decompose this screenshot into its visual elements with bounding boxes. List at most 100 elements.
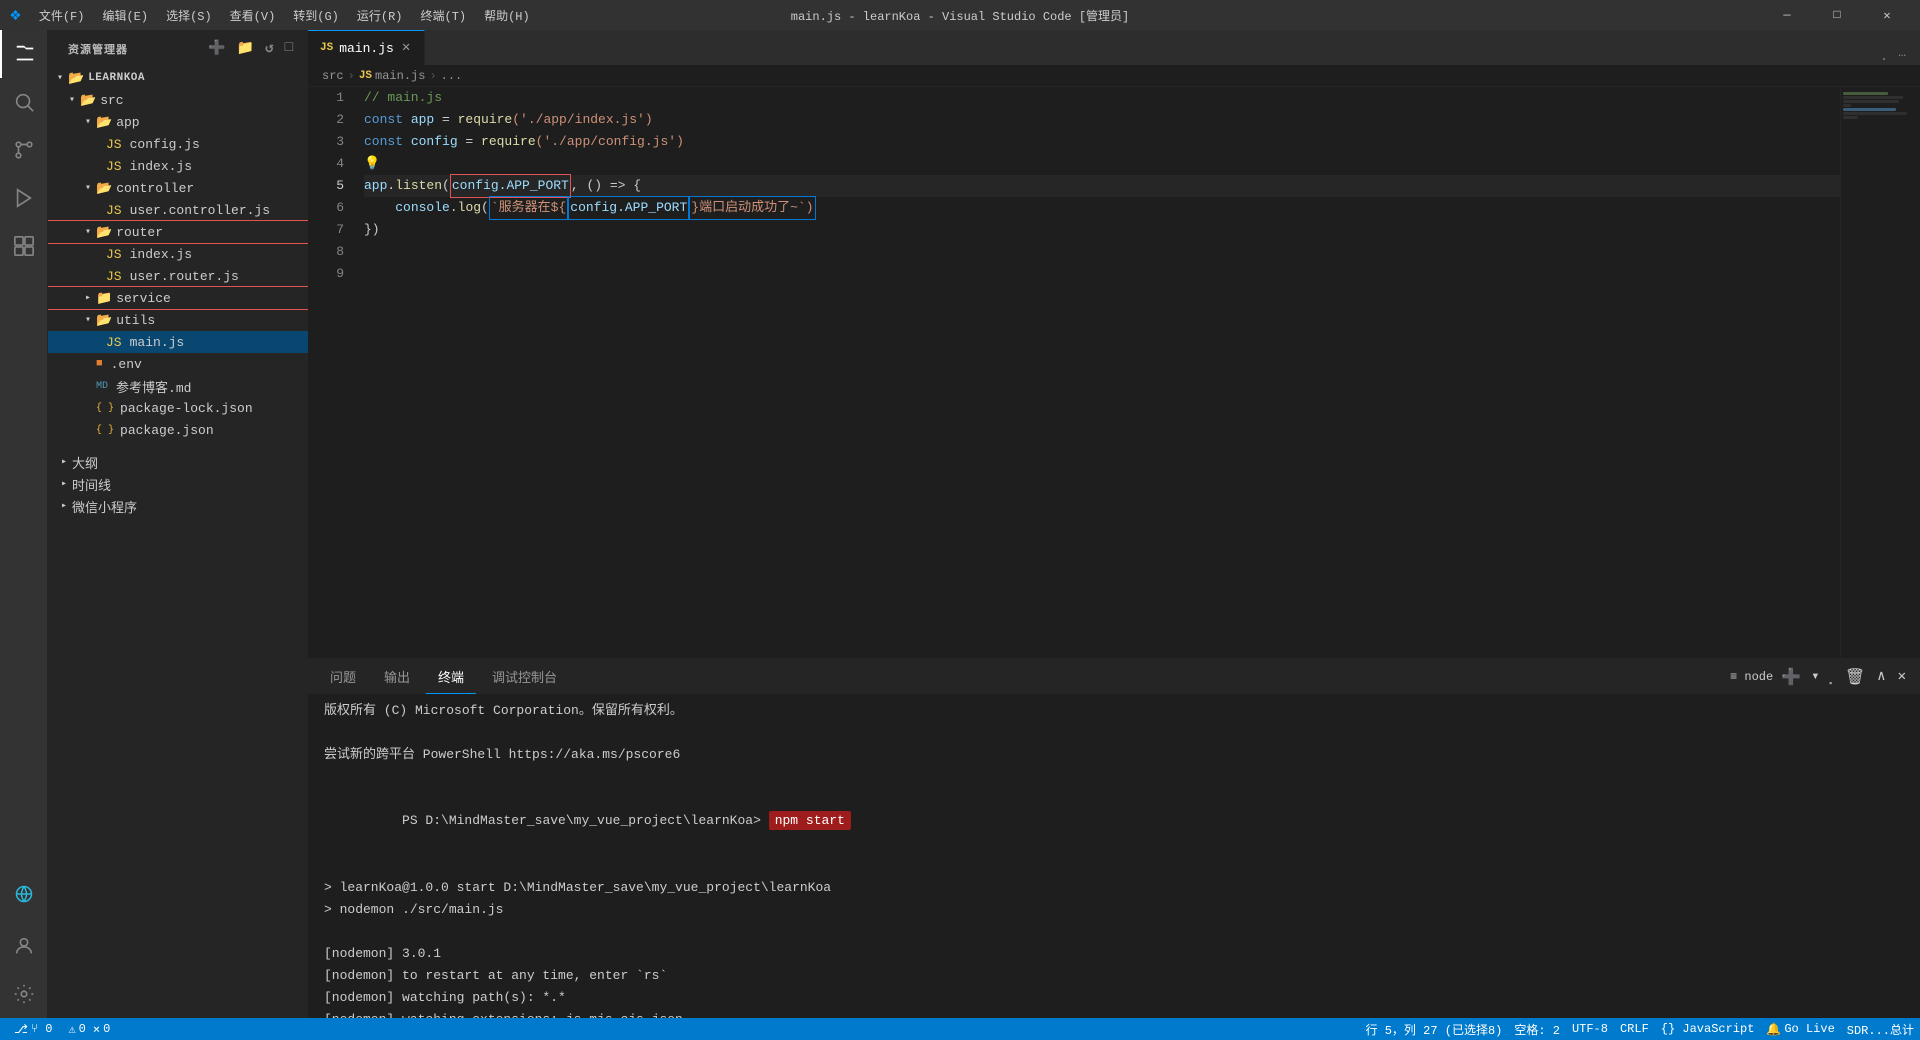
code-token: . bbox=[450, 197, 458, 219]
extensions-activity-icon[interactable] bbox=[0, 222, 48, 270]
close-panel-icon[interactable]: ✕ bbox=[1894, 668, 1910, 685]
breadcrumb-file[interactable]: main.js bbox=[375, 69, 425, 83]
misc-status[interactable]: SDR...总计 bbox=[1841, 1018, 1920, 1040]
code-token: app bbox=[364, 175, 387, 197]
tree-item-router[interactable]: ▾ 📂 router bbox=[48, 221, 308, 243]
line-num-9: 9 bbox=[308, 263, 344, 285]
remote-activity-icon[interactable] bbox=[0, 870, 48, 918]
code-token: // main.js bbox=[364, 87, 442, 109]
tree-arrow-utils: ▾ bbox=[80, 314, 96, 326]
new-folder-icon[interactable]: 📁 bbox=[235, 38, 257, 59]
tree-item-outline-daguan[interactable]: ▸ 大纲 bbox=[48, 451, 308, 473]
tab-debug-console[interactable]: 调试控制台 bbox=[480, 659, 569, 694]
account-activity-icon[interactable] bbox=[0, 922, 48, 970]
code-token-highlight: config.APP_PORT bbox=[450, 174, 571, 198]
maximize-panel-icon[interactable]: ∧ bbox=[1873, 668, 1889, 685]
tree-root-learnkoa[interactable]: ▾ 📂 LEARNKOA bbox=[48, 67, 308, 89]
tab-bar-right-icons: ⸼ … bbox=[1879, 39, 1920, 65]
menu-view[interactable]: 查看(V) bbox=[222, 5, 284, 26]
tab-terminal[interactable]: 终端 bbox=[426, 659, 476, 694]
tree-item-service[interactable]: ▸ 📁 service bbox=[48, 287, 308, 309]
tree-item-ref-md[interactable]: ▸ MD 参考博客.md bbox=[48, 375, 308, 397]
cursor-position-status[interactable]: 行 5，列 27 (已选择8) bbox=[1360, 1018, 1509, 1040]
tree-item-package-lock[interactable]: ▸ { } package-lock.json bbox=[48, 397, 308, 419]
tree-item-wechat-mini[interactable]: ▸ 微信小程序 bbox=[48, 495, 308, 517]
encoding-status[interactable]: UTF-8 bbox=[1566, 1018, 1614, 1040]
terminal-line-powershell: 尝试新的跨平台 PowerShell https://aka.ms/pscore… bbox=[324, 744, 1904, 766]
code-line-4: 💡 bbox=[364, 153, 1840, 175]
language-status[interactable]: {} JavaScript bbox=[1655, 1018, 1761, 1040]
new-file-icon[interactable]: ➕ bbox=[206, 38, 228, 59]
go-live-label: Go Live bbox=[1784, 1022, 1834, 1036]
menu-run[interactable]: 运行(R) bbox=[349, 5, 411, 26]
explorer-activity-icon[interactable] bbox=[0, 30, 48, 78]
line-numbers: 1 2 3 4 5 6 7 8 9 bbox=[308, 87, 356, 658]
status-git[interactable]: ⎇ ⑂ 0 bbox=[8, 1018, 58, 1040]
tree-item-index-js-router[interactable]: JS index.js bbox=[48, 243, 308, 265]
terminal-line-blank2 bbox=[324, 766, 1904, 788]
minimize-button[interactable]: ― bbox=[1764, 0, 1810, 30]
menu-goto[interactable]: 转到(G) bbox=[285, 5, 347, 26]
tree-item-config-js[interactable]: JS config.js bbox=[48, 133, 308, 155]
code-token: , () => { bbox=[571, 175, 641, 197]
kill-terminal-icon[interactable]: 🗑 bbox=[1841, 667, 1869, 687]
tree-item-timeline[interactable]: ▸ 时间线 bbox=[48, 473, 308, 495]
indent-status[interactable]: 空格: 2 bbox=[1508, 1018, 1566, 1040]
file-env-icon: ■ bbox=[96, 358, 103, 370]
menu-terminal[interactable]: 终端(T) bbox=[413, 5, 475, 26]
code-token: = bbox=[458, 131, 481, 153]
file-md-icon: MD bbox=[96, 381, 108, 392]
tree-arrow-src: ▾ bbox=[64, 94, 80, 106]
tab-problems[interactable]: 问题 bbox=[318, 659, 368, 694]
tree-item-index-js-app[interactable]: JS index.js bbox=[48, 155, 308, 177]
sidebar-header-icons: ➕ 📁 ↺ □ bbox=[206, 38, 296, 59]
source-control-activity-icon[interactable] bbox=[0, 126, 48, 174]
terminal-dropdown-icon[interactable]: ▾ bbox=[1809, 668, 1821, 685]
tree-arrow-daguan: ▸ bbox=[56, 456, 72, 468]
tree-item-user-router[interactable]: JS user.router.js bbox=[48, 265, 308, 287]
go-live-status[interactable]: 🔔 Go Live bbox=[1760, 1018, 1840, 1040]
terminal-line-nodemon-start: > nodemon ./src/main.js bbox=[324, 899, 1904, 921]
split-editor-icon[interactable]: ⸼ bbox=[1879, 39, 1890, 65]
collapse-icon[interactable]: □ bbox=[283, 38, 296, 59]
tree-item-src[interactable]: ▾ 📂 src bbox=[48, 89, 308, 111]
add-terminal-icon[interactable]: ➕ bbox=[1777, 667, 1805, 687]
tree-label-learnkoa: LEARNKOA bbox=[88, 72, 145, 84]
tab-main-js[interactable]: JS main.js ✕ bbox=[308, 30, 425, 65]
tree-item-utils[interactable]: ▾ 📂 utils bbox=[48, 309, 308, 331]
tree-arrow-timeline: ▸ bbox=[56, 478, 72, 490]
tree-item-app[interactable]: ▾ 📂 app bbox=[48, 111, 308, 133]
maximize-button[interactable]: □ bbox=[1814, 0, 1860, 30]
run-activity-icon[interactable] bbox=[0, 174, 48, 222]
breadcrumb-more[interactable]: ... bbox=[441, 69, 463, 83]
status-problems[interactable]: ⚠ 0 ⨯ 0 bbox=[62, 1018, 116, 1040]
line-ending-status[interactable]: CRLF bbox=[1614, 1018, 1655, 1040]
menu-select[interactable]: 选择(S) bbox=[158, 5, 220, 26]
code-content[interactable]: // main.js const app = require('./app/in… bbox=[356, 87, 1840, 658]
tree-item-user-controller[interactable]: JS user.controller.js bbox=[48, 199, 308, 221]
panel-tabs: 问题 输出 终端 调试控制台 ≡ node ➕ ▾ ⸼ 🗑 ∧ ✕ bbox=[308, 659, 1920, 694]
language-label: {} JavaScript bbox=[1661, 1022, 1755, 1036]
tab-close-main-js[interactable]: ✕ bbox=[400, 40, 412, 56]
terminal-content[interactable]: 版权所有 (C) Microsoft Corporation。保留所有权利。 尝… bbox=[308, 694, 1920, 1018]
settings-activity-icon[interactable] bbox=[0, 970, 48, 1018]
close-button[interactable]: ✕ bbox=[1864, 0, 1910, 30]
tree-item-package-json[interactable]: ▸ { } package.json bbox=[48, 419, 308, 441]
line-num-3: 3 bbox=[308, 131, 344, 153]
menu-file[interactable]: 文件(F) bbox=[31, 5, 93, 26]
split-terminal-icon[interactable]: ⸼ bbox=[1826, 667, 1837, 686]
menu-edit[interactable]: 编辑(E) bbox=[94, 5, 156, 26]
status-bar-right: 行 5，列 27 (已选择8) 空格: 2 UTF-8 CRLF {} Java… bbox=[1360, 1018, 1920, 1040]
breadcrumb-src[interactable]: src bbox=[322, 69, 344, 83]
menu-help[interactable]: 帮助(H) bbox=[476, 5, 538, 26]
folder-src-icon: 📂 bbox=[80, 93, 96, 108]
tree-item-main-js[interactable]: JS main.js bbox=[48, 331, 308, 353]
code-line-8 bbox=[364, 241, 1840, 263]
search-activity-icon[interactable] bbox=[0, 78, 48, 126]
tree-item-env[interactable]: ▸ ■ .env bbox=[48, 353, 308, 375]
window-title: main.js - learnKoa - Visual Studio Code … bbox=[791, 7, 1129, 24]
refresh-icon[interactable]: ↺ bbox=[263, 38, 276, 59]
tree-item-controller[interactable]: ▾ 📂 controller bbox=[48, 177, 308, 199]
tab-output[interactable]: 输出 bbox=[372, 659, 422, 694]
more-icon[interactable]: … bbox=[1894, 41, 1910, 64]
